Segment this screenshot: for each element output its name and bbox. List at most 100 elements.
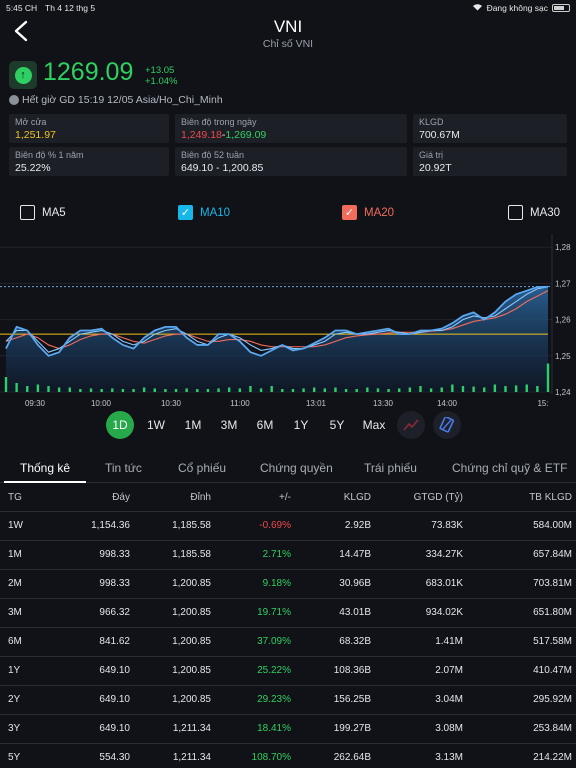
volume-bar <box>504 386 507 392</box>
table-cell: 108.70% <box>215 742 295 768</box>
table-row[interactable]: 3Y 649.10 1,211.34 18.41% 199.27B 3.08M 253.84… <box>0 713 576 743</box>
table-cell: 253.84M <box>467 713 576 743</box>
col-high: Đỉnh <box>190 491 211 503</box>
ma20-toggle[interactable]: ✓ MA20 <box>342 205 394 220</box>
ma5-label: MA5 <box>42 206 66 219</box>
volume-bar <box>227 387 231 392</box>
range-1d[interactable]: 1D <box>106 411 134 439</box>
battery-icon <box>552 4 570 12</box>
table-row[interactable]: 2M 998.33 1,200.85 9.18% 30.96B 683.01K 703.81… <box>0 568 576 598</box>
table-row[interactable]: 2Y 649.10 1,200.85 29.23% 156.25B 3.04M 295.92… <box>0 684 576 714</box>
session-status: Hết giờ GD 15:19 12/05 Asia/Ho_Chi_Minh <box>9 94 223 106</box>
table-cell: 1,200.85 <box>134 568 215 598</box>
chart-style-icon[interactable] <box>433 411 461 439</box>
volume-bar <box>111 388 114 392</box>
tab-news[interactable]: Tin tức <box>105 461 142 475</box>
x-tick-label: 13:01 <box>306 399 327 408</box>
table-cell: -0.69% <box>215 510 295 540</box>
col-value: GTGD (Tỷ) <box>413 491 463 503</box>
chart-line-icon[interactable] <box>397 411 425 439</box>
range-1m[interactable]: 1M <box>179 411 207 439</box>
table-cell: 998.33 <box>58 568 134 598</box>
y-tick-label: 1,24 <box>555 388 571 397</box>
range-1y[interactable]: 1Y <box>287 411 315 439</box>
page-title: VNI <box>273 17 303 36</box>
volume-bar <box>546 363 550 392</box>
ma5-checkbox[interactable] <box>20 205 35 220</box>
range-selector: 1D 1W 1M 3M 6M 1Y 5Y Max <box>0 411 576 439</box>
y-tick-label: 1,25 <box>555 352 571 361</box>
table-cell: 649.10 <box>58 684 134 714</box>
table-cell: 1W <box>0 510 58 540</box>
range-1w[interactable]: 1W <box>142 411 170 439</box>
ma5-toggle[interactable]: MA5 <box>20 205 66 220</box>
day-high: 1,269.09 <box>225 129 267 141</box>
table-row[interactable]: 5Y 554.30 1,211.34 108.70% 262.64B 3.13M 214.2… <box>0 742 576 768</box>
table-cell: 1,211.34 <box>134 742 215 768</box>
volume-bar <box>366 387 369 392</box>
table-cell: 934.02K <box>375 597 467 627</box>
price-area <box>6 286 548 392</box>
table-row[interactable]: 6M 841.62 1,200.85 37.09% 68.32B 1.41M 517.58M <box>0 626 576 656</box>
ma10-checkbox[interactable]: ✓ <box>178 205 193 220</box>
table-cell: 841.62 <box>58 626 134 656</box>
range-52w-value: 649.10 - 1,200.85 <box>181 162 264 174</box>
range-52w-label: Biên độ 52 tuần <box>181 150 245 160</box>
volume-bar <box>323 388 327 392</box>
table-cell: 1,185.58 <box>134 510 215 540</box>
tab-stocks[interactable]: Cổ phiếu <box>178 461 226 475</box>
tab-active-indicator <box>4 481 86 483</box>
table-cell: 966.32 <box>58 597 134 627</box>
volume-bar <box>344 389 348 392</box>
tab-warrants[interactable]: Chứng quyền <box>260 461 333 475</box>
table-row[interactable]: 1M 998.33 1,185.58 2.71% 14.47B 334.27K 657.84… <box>0 539 576 569</box>
table-cell: 651.80M <box>467 597 576 627</box>
volume-bar <box>419 386 422 392</box>
volume-bar <box>281 389 284 392</box>
volume-bar <box>525 384 528 392</box>
ma10-toggle[interactable]: ✓ MA10 <box>178 205 230 220</box>
range-5y[interactable]: 5Y <box>323 411 351 439</box>
table-cell: 2.07M <box>375 655 467 685</box>
price-chart[interactable]: 09:30 10:00 10:30 11:00 13:01 13:30 14:00 15: 1… <box>0 234 576 410</box>
volume-bar <box>121 389 125 392</box>
tab-funds-etf[interactable]: Chứng chỉ quỹ & ETF <box>452 461 567 475</box>
table-cell: 2.92B <box>295 510 375 540</box>
table-cell: 1,154.36 <box>58 510 134 540</box>
ma20-checkbox[interactable]: ✓ <box>342 205 357 220</box>
table-row[interactable]: 1W 1,154.36 1,185.58 -0.69% 2.92B 73.83K 584.0… <box>0 510 576 540</box>
range-3m[interactable]: 3M <box>215 411 243 439</box>
table-cell: 199.27B <box>295 713 375 743</box>
table-cell: 1.41M <box>375 626 467 656</box>
volume-bar <box>142 387 146 392</box>
ma30-toggle[interactable]: MA30 <box>508 205 560 220</box>
volume-cell: KLGD 700.67M <box>413 114 567 143</box>
ma30-checkbox[interactable] <box>508 205 523 220</box>
trend-up-badge: ↑ <box>9 61 37 89</box>
table-cell: 649.10 <box>58 655 134 685</box>
table-cell: 6M <box>0 626 58 656</box>
volume-bar <box>174 389 178 392</box>
table-cell: 410.47M <box>467 655 576 685</box>
x-tick-label: 13:30 <box>373 399 394 408</box>
table-row[interactable]: 3M 966.32 1,200.85 19.71% 43.01B 934.02K 651.8… <box>0 597 576 627</box>
table-cell: 2M <box>0 568 58 598</box>
table-cell: 683.01K <box>375 568 467 598</box>
table-cell: 657.84M <box>467 539 576 569</box>
y-tick-label: 1,27 <box>555 279 571 288</box>
range-max[interactable]: Max <box>360 411 388 439</box>
volume-bar <box>164 389 167 392</box>
volume-bar <box>238 388 242 392</box>
trade-value-value: 20.92T <box>419 162 452 174</box>
volume-bar <box>440 387 443 392</box>
stats-tabs: Thống kê Tin tức Cổ phiếu Chứng quyền Tr… <box>0 455 576 483</box>
volume-bar <box>68 387 71 392</box>
day-range-label: Biên độ trong ngày <box>181 117 257 127</box>
range-6m[interactable]: 6M <box>251 411 279 439</box>
volume-bar <box>408 387 412 392</box>
table-row[interactable]: 1Y 649.10 1,200.85 25.22% 108.36B 2.07M 410.47… <box>0 655 576 685</box>
table-cell: 1,185.58 <box>134 539 215 569</box>
table-cell: 3M <box>0 597 58 627</box>
tab-bonds[interactable]: Trái phiếu <box>364 461 417 475</box>
tab-statistics[interactable]: Thống kê <box>20 461 70 475</box>
